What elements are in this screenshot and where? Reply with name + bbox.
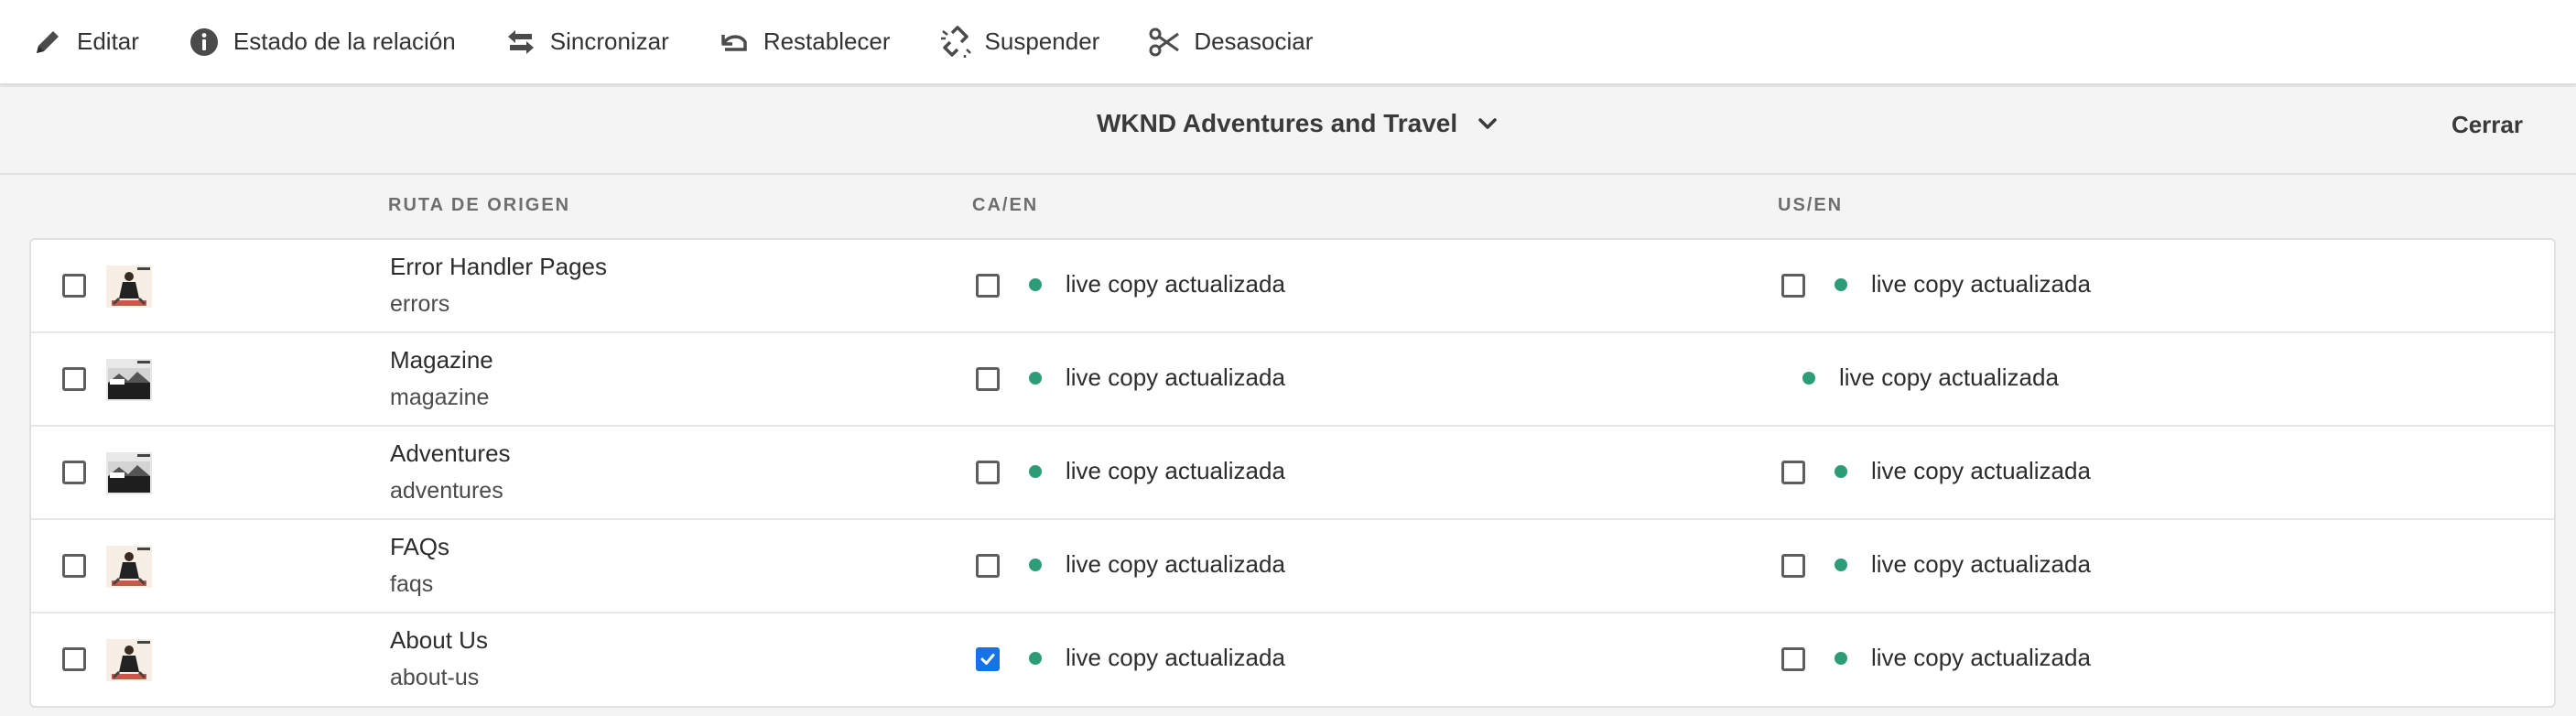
column-header-ca-en: CA/EN: [972, 195, 1039, 215]
person-thumb: [106, 546, 152, 588]
us-en-status: live copy actualizada: [1835, 550, 2091, 579]
reset-label: Restablecer: [763, 27, 891, 55]
us-en-checkbox[interactable]: [1781, 647, 1805, 671]
ca-en-status: live copy actualizada: [1029, 644, 1285, 672]
row-select-checkbox[interactable]: [62, 554, 86, 578]
page-title: Error Handler Pages: [390, 253, 607, 280]
status-text: live copy actualizada: [1066, 270, 1285, 298]
us-en-checkbox[interactable]: [1781, 554, 1805, 578]
ca-en-checkbox[interactable]: [976, 274, 1000, 298]
table-row[interactable]: Adventures adventures live copy actualiz…: [31, 427, 2554, 520]
pencil-icon: [37, 30, 59, 53]
suspend-button[interactable]: Suspender: [939, 15, 1100, 70]
relationship-status-button[interactable]: Estado de la relación: [188, 15, 456, 70]
status-dot: [1835, 464, 1847, 478]
status-dot: [1029, 277, 1042, 291]
page-title: Adventures: [390, 439, 511, 467]
table-row[interactable]: FAQs faqs live copy actualizada live cop…: [31, 520, 2554, 613]
status-text: live copy actualizada: [1066, 457, 1285, 484]
reset-button[interactable]: Restablecer: [718, 15, 891, 70]
landscape-thumb: [106, 359, 152, 401]
person-thumb: [106, 639, 152, 681]
page-path: adventures: [390, 478, 503, 504]
status-text: live copy actualizada: [1871, 550, 2091, 578]
status-text: live copy actualizada: [1066, 550, 1285, 578]
detach-label: Desasociar: [1194, 27, 1314, 55]
page-path: errors: [390, 291, 450, 317]
status-text: live copy actualizada: [1066, 363, 1285, 391]
site-title: WKND Adventures and Travel: [1097, 109, 1458, 137]
status-dot: [1835, 651, 1847, 665]
us-en-status: live copy actualizada: [1802, 363, 2059, 392]
chevron-down-icon: [1478, 118, 1497, 129]
checkmark-icon: [980, 654, 995, 665]
live-copy-table: Error Handler Pages errors live copy act…: [29, 238, 2556, 708]
ca-en-status: live copy actualizada: [1029, 270, 1285, 298]
us-en-status: live copy actualizada: [1835, 644, 2091, 672]
close-button[interactable]: Cerrar: [2452, 111, 2523, 139]
status-dot: [1802, 371, 1815, 385]
ca-en-checkbox[interactable]: [976, 647, 1000, 671]
synchronize-label: Sincronizar: [549, 27, 669, 55]
relationship-status-label: Estado de la relación: [233, 27, 456, 55]
page-path: faqs: [390, 571, 434, 597]
page-title: Magazine: [390, 346, 493, 374]
row-select-checkbox[interactable]: [62, 647, 86, 671]
ca-en-status: live copy actualizada: [1029, 363, 1285, 392]
us-en-status: live copy actualizada: [1835, 270, 2091, 298]
ca-en-status: live copy actualizada: [1029, 457, 1285, 485]
row-select-checkbox[interactable]: [62, 274, 86, 298]
page-title: About Us: [390, 626, 488, 654]
ca-en-status: live copy actualizada: [1029, 550, 1285, 579]
table-row[interactable]: Error Handler Pages errors live copy act…: [31, 240, 2554, 333]
status-text: live copy actualizada: [1871, 270, 2091, 298]
action-toolbar: Editar Estado de la relación Sincronizar…: [0, 0, 2576, 85]
synchronize-button[interactable]: Sincronizar: [504, 15, 669, 70]
scissors-icon: [1149, 27, 1180, 56]
status-text: live copy actualizada: [1839, 363, 2059, 391]
column-header-source-path: RUTA DE ORIGEN: [388, 195, 571, 215]
status-dot: [1029, 371, 1042, 385]
landscape-thumb: [106, 452, 152, 494]
status-dot: [1835, 277, 1847, 291]
us-en-checkbox[interactable]: [1781, 461, 1805, 484]
person-thumb: [106, 266, 152, 308]
row-select-checkbox[interactable]: [62, 461, 86, 484]
status-text: live copy actualizada: [1871, 457, 2091, 484]
table-row[interactable]: About Us about-us live copy actualizada …: [31, 613, 2554, 706]
detach-button[interactable]: Desasociar: [1148, 15, 1313, 70]
ca-en-checkbox[interactable]: [976, 554, 1000, 578]
edit-label: Editar: [77, 27, 139, 55]
status-dot: [1029, 651, 1042, 665]
status-text: live copy actualizada: [1066, 644, 1285, 671]
undo-icon: [721, 34, 747, 51]
broken-link-icon: [940, 25, 971, 58]
page-title: FAQs: [390, 533, 450, 560]
status-dot: [1835, 558, 1847, 571]
sync-arrows-icon: [507, 29, 534, 54]
suspend-label: Suspender: [984, 27, 1100, 55]
table-row[interactable]: Magazine magazine live copy actualizada …: [31, 333, 2554, 427]
page-path: about-us: [390, 665, 480, 690]
info-icon: [189, 27, 218, 56]
ca-en-checkbox[interactable]: [976, 367, 1000, 391]
status-text: live copy actualizada: [1871, 644, 2091, 671]
site-picker[interactable]: WKND Adventures and Travel: [1097, 109, 1499, 138]
edit-button[interactable]: Editar: [31, 15, 139, 70]
us-en-status: live copy actualizada: [1835, 457, 2091, 485]
row-select-checkbox[interactable]: [62, 367, 86, 391]
ca-en-checkbox[interactable]: [976, 461, 1000, 484]
us-en-checkbox[interactable]: [1781, 274, 1805, 298]
status-dot: [1029, 558, 1042, 571]
page-path: magazine: [390, 385, 490, 410]
panel-header: WKND Adventures and Travel Cerrar: [0, 87, 2576, 175]
column-header-us-en: US/EN: [1778, 195, 1844, 215]
status-dot: [1029, 464, 1042, 478]
